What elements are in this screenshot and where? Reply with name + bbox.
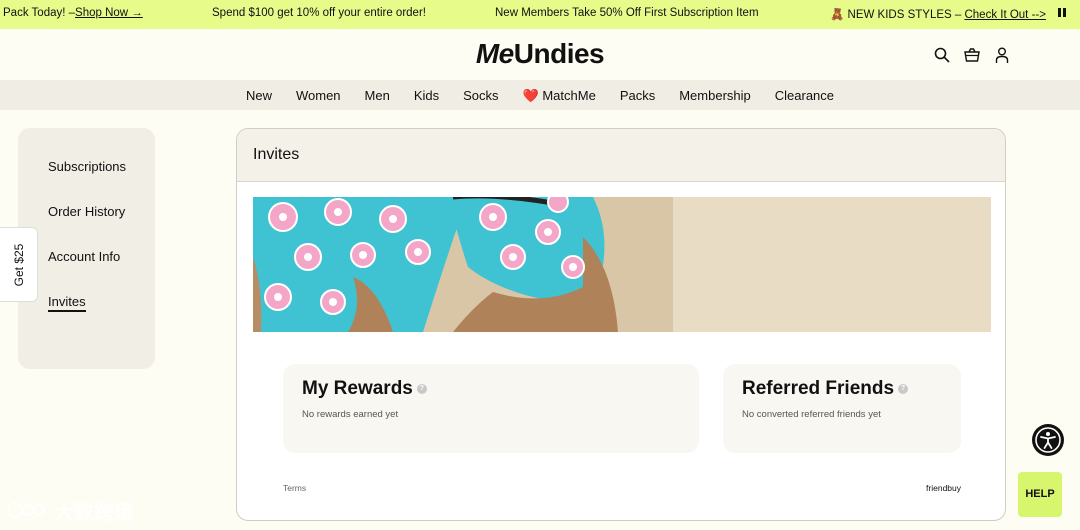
meundies-logo[interactable]: MeUndies	[0, 38, 1080, 70]
promo-message-2: Spend $100 get 10% off your entire order…	[212, 7, 426, 19]
referred-friends-text: No converted referred friends yet	[742, 409, 881, 420]
referred-friends-title: Referred Friends?	[742, 378, 909, 400]
referral-tab-label: Get $25	[11, 243, 26, 286]
sidebar-item-order-history[interactable]: Order History	[48, 204, 125, 219]
shop-now-link[interactable]: Shop Now →	[75, 7, 143, 19]
promo-message-3: New Members Take 50% Off First Subscript…	[495, 7, 759, 19]
nav-item-new[interactable]: New	[246, 88, 272, 104]
accessibility-icon[interactable]	[1032, 424, 1064, 456]
promo-text: 🧸 NEW KIDS STYLES –	[830, 9, 965, 21]
promo-bar: Pack Today! –Shop Now → Spend $100 get 1…	[0, 0, 1080, 29]
pause-icon[interactable]	[1058, 8, 1066, 19]
help-button[interactable]: HELP	[1018, 472, 1062, 517]
info-icon[interactable]: ?	[416, 383, 427, 394]
promo-message-4: 🧸 NEW KIDS STYLES – Check It Out -->	[830, 7, 1046, 21]
check-it-out-link[interactable]: Check It Out -->	[964, 9, 1045, 21]
nav-item-membership[interactable]: Membership	[679, 88, 751, 104]
my-rewards-title-text: My Rewards	[302, 378, 413, 399]
logo-text: Undies	[513, 38, 605, 69]
info-icon[interactable]: ?	[898, 383, 909, 394]
promo-text: Pack Today! –	[3, 7, 76, 19]
search-icon[interactable]	[934, 47, 950, 63]
cart-icon[interactable]	[964, 47, 980, 63]
invites-panel: Invites My Rewards ? No rewards earned y…	[236, 128, 1006, 521]
account-icon[interactable]	[994, 47, 1010, 63]
my-rewards-card: My Rewards? No rewards earned yet	[283, 364, 699, 453]
nav-item-kids[interactable]: Kids	[414, 88, 439, 104]
sidebar-item-invites[interactable]: Invites	[48, 294, 86, 312]
promo-message-1: Pack Today! –Shop Now →	[3, 7, 143, 19]
referred-friends-title-text: Referred Friends	[742, 378, 895, 399]
watermark-text: 大数跨境	[54, 501, 134, 524]
nav-item-clearance[interactable]: Clearance	[775, 88, 834, 104]
referred-friends-card: Referred Friends? No converted referred …	[723, 364, 961, 453]
invites-banner-image	[253, 197, 991, 332]
site-header: MeUndies	[0, 29, 1080, 80]
sidebar-item-account-info[interactable]: Account Info	[48, 249, 120, 264]
nav-item-socks[interactable]: Socks	[463, 88, 498, 104]
help-label: HELP	[1025, 488, 1055, 500]
friendbuy-link[interactable]: friendbuy	[926, 483, 961, 493]
sidebar-item-subscriptions[interactable]: Subscriptions	[48, 159, 126, 174]
nav-item-women[interactable]: Women	[296, 88, 341, 104]
watermark-logo-icon	[7, 502, 45, 518]
invites-header: Invites	[237, 129, 1005, 182]
get-25-referral-tab[interactable]: Get $25	[0, 227, 38, 302]
account-sidebar: Subscriptions Order History Account Info…	[18, 128, 155, 369]
nav-item-packs[interactable]: Packs	[620, 88, 655, 104]
my-rewards-text: No rewards earned yet	[302, 409, 399, 420]
nav-item-matchme[interactable]: ❤️ MatchMe	[523, 88, 596, 104]
page-title: Invites	[253, 146, 300, 163]
logo-text: Me	[475, 38, 514, 69]
nav-item-men[interactable]: Men	[365, 88, 390, 104]
main-nav: New Women Men Kids Socks ❤️ MatchMe Pack…	[0, 80, 1080, 110]
terms-link[interactable]: Terms	[283, 483, 306, 493]
my-rewards-title: My Rewards?	[302, 378, 427, 400]
watermark: 大数跨境	[6, 497, 134, 524]
